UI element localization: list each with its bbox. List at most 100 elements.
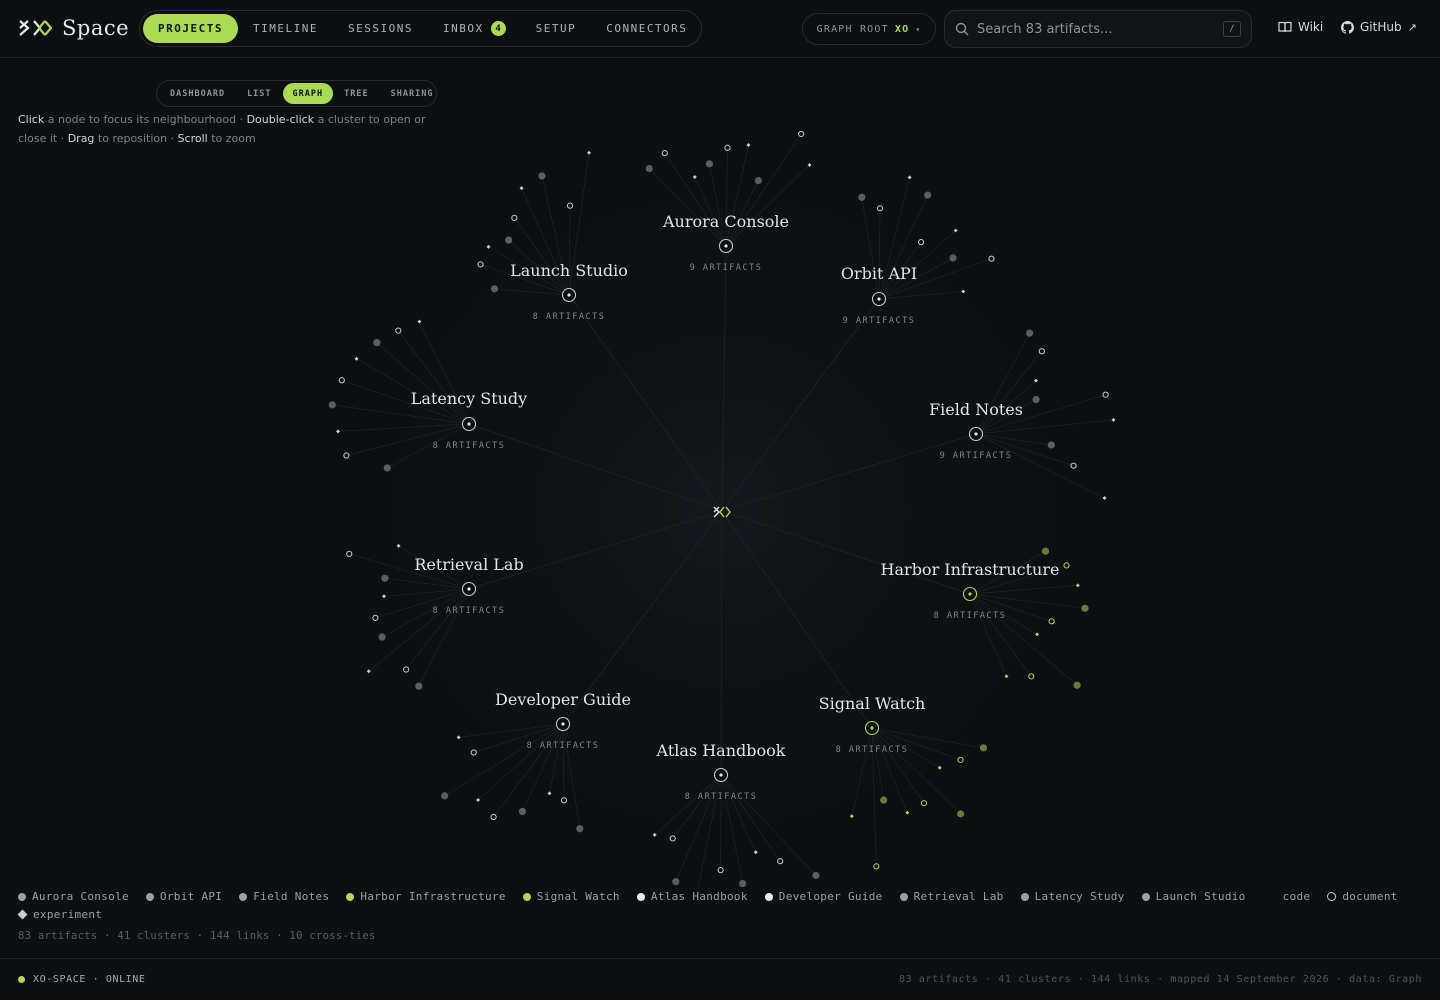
artifact-code-node[interactable] <box>441 792 449 800</box>
cluster-hub-center <box>877 297 881 301</box>
artifact-code-node[interactable] <box>1073 681 1081 689</box>
nav-inbox[interactable]: INBOX 4 <box>428 14 521 43</box>
artifact-code-node[interactable] <box>381 574 389 582</box>
nav-setup[interactable]: SETUP <box>521 14 592 43</box>
legend-item[interactable]: Latency Study <box>1020 889 1125 904</box>
graph-root-value: XO <box>894 23 910 35</box>
legend-item[interactable]: Signal Watch <box>522 889 620 904</box>
artifact-code-node[interactable] <box>812 871 820 880</box>
legend-label: document <box>1342 890 1398 903</box>
legend-label: Developer Guide <box>778 890 883 903</box>
view-sharing[interactable]: SHARING <box>380 83 445 104</box>
hint-drag-text: to reposition · <box>94 132 178 145</box>
legend-item[interactable]: Retrieval Lab <box>899 889 1004 904</box>
legend-item[interactable]: Aurora Console <box>18 889 129 904</box>
legend-item[interactable]: Orbit API <box>145 889 222 904</box>
view-tree[interactable]: TREE <box>333 83 379 104</box>
artifact-code-node[interactable] <box>576 825 584 833</box>
legend-type-document[interactable]: document <box>1327 889 1397 904</box>
legend-dot-icon <box>522 892 531 901</box>
artifact-code-node[interactable] <box>739 879 747 888</box>
artifact-code-node[interactable] <box>949 254 957 262</box>
nav-timeline[interactable]: TIMELINE <box>238 14 333 43</box>
artifact-code-node[interactable] <box>415 682 423 690</box>
view-list[interactable]: LIST <box>236 83 282 104</box>
artifact-code-node[interactable] <box>328 401 336 409</box>
cluster-hub-center <box>467 422 471 426</box>
cluster-hub-center <box>974 432 978 436</box>
legend-label: Aurora Console <box>32 890 129 903</box>
legend-label: experiment <box>33 908 103 921</box>
artifact-code-node[interactable] <box>383 464 391 472</box>
legend-item[interactable]: Developer Guide <box>764 889 883 904</box>
github-link[interactable]: GitHub ↗ <box>1341 20 1417 34</box>
cluster-count: 9 ARTIFACTS <box>690 263 763 273</box>
artifact-code-node[interactable] <box>538 172 546 180</box>
hint-click-text: a node to focus its neighbourhood · <box>44 113 247 126</box>
legend-label: Latency Study <box>1034 890 1125 903</box>
graph-hint: Click a node to focus its neighbourhood … <box>18 110 448 148</box>
artifact-code-node[interactable] <box>957 810 965 818</box>
cluster-count: 8 ARTIFACTS <box>685 792 758 802</box>
nav-projects[interactable]: PROJECTS <box>143 14 238 43</box>
artifact-code-node[interactable] <box>754 176 762 185</box>
search-icon <box>955 22 969 36</box>
artifact-code-node[interactable] <box>880 796 888 804</box>
artifact-code-node[interactable] <box>672 878 680 886</box>
artifact-code-node[interactable] <box>705 160 713 168</box>
artifact-code-node[interactable] <box>505 236 513 244</box>
legend-dot-icon <box>764 892 773 901</box>
view-dashboard[interactable]: DASHBOARD <box>159 83 236 104</box>
graph-legend: Aurora Console Orbit API Field Notes Harbor… <box>17 889 1418 922</box>
artifact-code-node[interactable] <box>645 164 653 173</box>
legend-label: Launch Studio <box>1155 890 1246 903</box>
artifact-code-node[interactable] <box>1032 395 1040 404</box>
diamond-icon <box>17 909 28 920</box>
search-input[interactable] <box>977 21 1217 37</box>
caret-down-icon: ▾ <box>915 24 922 34</box>
legend-item[interactable]: Atlas Handbook <box>636 889 748 904</box>
graph-root-selector[interactable]: GRAPH ROOT XO ▾ <box>802 13 936 45</box>
nav-connectors[interactable]: CONNECTORS <box>591 14 702 43</box>
cluster-count: 8 ARTIFACTS <box>433 606 506 616</box>
artifact-code-node[interactable] <box>518 807 527 816</box>
cluster-count: 8 ARTIFACTS <box>433 441 506 451</box>
legend-item[interactable]: Field Notes <box>239 889 329 904</box>
artifact-code-node[interactable] <box>858 193 866 201</box>
artifact-code-node[interactable] <box>1041 547 1050 555</box>
legend-dot-icon <box>1141 892 1150 901</box>
cluster-name: Orbit API <box>841 264 917 283</box>
cluster-name: Developer Guide <box>495 690 631 709</box>
wiki-link[interactable]: Wiki <box>1278 20 1323 34</box>
inbox-count-badge: 4 <box>490 21 506 36</box>
view-graph[interactable]: GRAPH <box>282 83 334 104</box>
hint-drag: Drag <box>67 132 95 145</box>
logo[interactable]: Space <box>18 14 129 42</box>
legend-type-code[interactable]: code <box>1269 889 1311 904</box>
legend-item[interactable]: Launch Studio <box>1141 889 1246 904</box>
legend-type-experiment[interactable]: experiment <box>17 907 103 922</box>
legend-dot-icon <box>346 892 355 901</box>
cluster-hub-center <box>724 244 728 248</box>
cluster-count: 8 ARTIFACTS <box>527 741 600 751</box>
artifact-code-node[interactable] <box>378 633 386 641</box>
artifact-code-node[interactable] <box>490 285 499 293</box>
nav-sessions[interactable]: SESSIONS <box>333 14 428 43</box>
wiki-link-label: Wiki <box>1298 20 1324 34</box>
artifact-code-node[interactable] <box>979 744 988 752</box>
artifact-code-node[interactable] <box>924 191 932 199</box>
legend-dot-icon <box>636 892 645 901</box>
artifact-code-node[interactable] <box>1047 441 1055 449</box>
app-name: Space <box>62 16 130 40</box>
legend-item[interactable]: Harbor Infrastructure <box>346 889 505 904</box>
cluster-name: Field Notes <box>929 400 1023 419</box>
xo-logo-icon <box>19 20 52 36</box>
artifact-code-node[interactable] <box>1025 329 1034 337</box>
artifact-code-node[interactable] <box>1081 604 1089 612</box>
cluster-hub-center <box>467 587 471 591</box>
cluster-hub-center <box>567 293 571 297</box>
artifact-code-node[interactable] <box>373 339 381 347</box>
cluster-name: Harbor Infrastructure <box>881 560 1060 579</box>
cluster-count: 8 ARTIFACTS <box>533 312 606 322</box>
graph-canvas[interactable]: Aurora Console 9 ARTIFACTS Orbit API 9 ARTI… <box>0 58 1440 888</box>
